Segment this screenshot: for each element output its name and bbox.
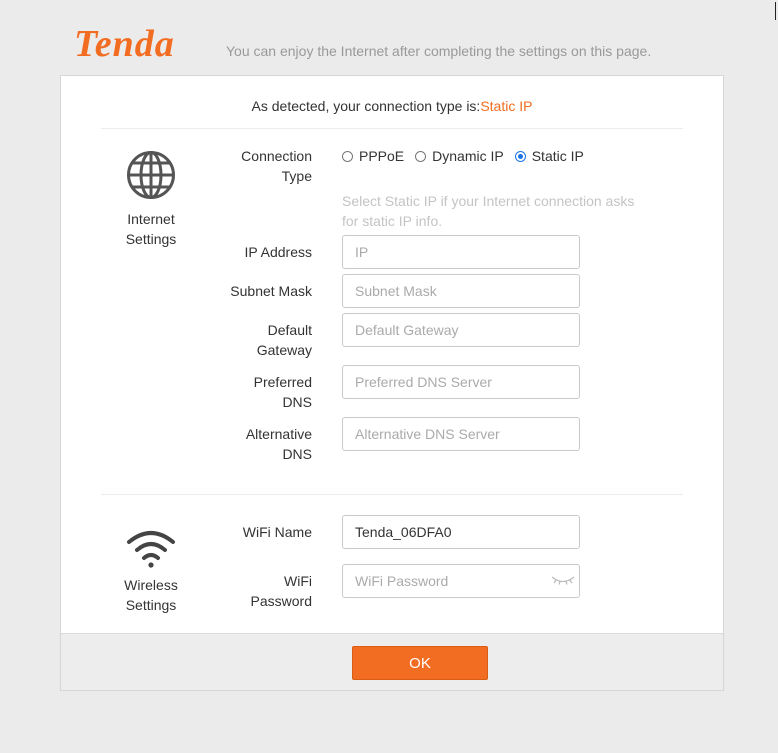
- wireless-settings-label-line1: Wireless: [124, 577, 178, 593]
- radio-pppoe-label: PPPoE: [359, 148, 405, 164]
- preferred-dns-label: Preferred DNS: [254, 372, 312, 412]
- wifi-name-label: WiFi Name: [242, 524, 312, 540]
- header-tagline: You can enjoy the Internet after complet…: [226, 43, 652, 59]
- connection-type-label-line1: Connection: [241, 148, 312, 164]
- card-footer: OK: [61, 633, 723, 690]
- internet-settings-label: Internet Settings: [101, 209, 201, 249]
- radio-dynamic-ip-label: Dynamic IP: [432, 148, 504, 164]
- preferred-dns-input[interactable]: [342, 365, 580, 399]
- radio-pppoe[interactable]: PPPoE: [342, 148, 404, 164]
- detected-type: Static IP: [480, 98, 533, 114]
- connection-detected-message: As detected, your connection type is:Sta…: [61, 98, 723, 114]
- radio-dynamic-ip[interactable]: Dynamic IP: [415, 148, 504, 164]
- divider-middle: [101, 494, 683, 495]
- radio-static-ip[interactable]: Static IP: [514, 148, 584, 164]
- globe-icon: [127, 151, 175, 199]
- internet-settings-label-line2: Settings: [125, 231, 177, 247]
- radio-static-ip-label: Static IP: [531, 148, 584, 164]
- setup-card: As detected, your connection type is:Sta…: [60, 75, 724, 691]
- divider-top: [101, 128, 683, 129]
- wireless-settings-label: Wireless Settings: [101, 575, 201, 615]
- alternative-dns-label-line1: Alternative: [245, 426, 312, 442]
- radio-dynamic-ip-indicator[interactable]: [415, 150, 427, 162]
- radio-pppoe-indicator[interactable]: [342, 150, 353, 162]
- preferred-dns-label-line1: Preferred: [253, 374, 312, 390]
- preferred-dns-label-line2: DNS: [282, 394, 312, 410]
- default-gateway-input[interactable]: [342, 313, 580, 347]
- wifi-password-field: [342, 564, 580, 598]
- detected-prefix: As detected, your connection type is:: [251, 98, 481, 114]
- default-gateway-label-line2: Gateway: [256, 342, 312, 358]
- alternative-dns-label: Alternative DNS: [246, 424, 312, 464]
- static-ip-hint-line2: for static IP info.: [342, 213, 443, 229]
- subnet-mask-input[interactable]: [342, 274, 580, 308]
- wifi-icon: [127, 531, 175, 568]
- radio-static-ip-indicator[interactable]: [514, 150, 526, 162]
- ok-button[interactable]: OK: [352, 646, 488, 680]
- default-gateway-label: Default Gateway: [257, 320, 312, 360]
- wifi-password-label-line1: WiFi: [284, 573, 312, 589]
- connection-type-radio-group: PPPoE Dynamic IP Static IP: [342, 148, 595, 164]
- eye-closed-icon[interactable]: [550, 574, 576, 586]
- wireless-settings-label-line2: Settings: [125, 597, 177, 613]
- tenda-logo: Tenda: [74, 23, 175, 65]
- default-gateway-label-line1: Default: [267, 322, 312, 338]
- alternative-dns-label-line2: DNS: [282, 446, 312, 462]
- alternative-dns-input[interactable]: [342, 417, 580, 451]
- wifi-name-input[interactable]: [342, 515, 580, 549]
- subnet-mask-label: Subnet Mask: [230, 283, 312, 299]
- internet-settings-label-line1: Internet: [127, 211, 175, 227]
- connection-type-label-line2: Type: [281, 168, 312, 184]
- wifi-password-label-line2: Password: [250, 593, 312, 609]
- ip-address-label: IP Address: [244, 244, 312, 260]
- connection-type-label: Connection Type: [241, 146, 312, 186]
- static-ip-hint: Select Static IP if your Internet connec…: [342, 191, 642, 231]
- ip-address-input[interactable]: [342, 235, 580, 269]
- wifi-password-input[interactable]: [342, 564, 580, 598]
- wifi-password-label: WiFi Password: [251, 571, 312, 611]
- static-ip-hint-line1: Select Static IP if your Internet connec…: [342, 193, 635, 209]
